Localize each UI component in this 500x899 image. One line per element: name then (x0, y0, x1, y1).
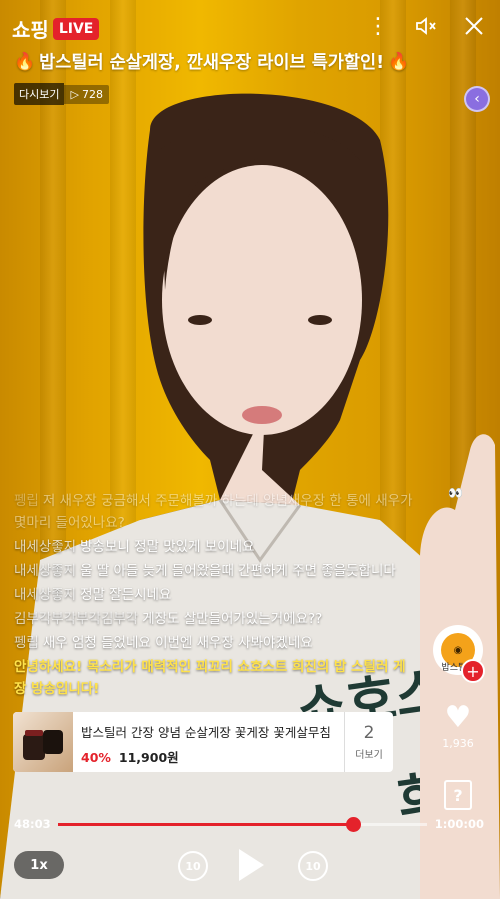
fire-icon: 🔥 (388, 51, 410, 72)
play-small-icon: ▷ (70, 87, 79, 101)
broadcast-title-text: 밥스틸러 순살게장, 깐새우장 라이브 특가할인! (39, 53, 385, 73)
progress-row: 48:03 1:00:00 (14, 815, 484, 833)
broadcast-title: 🔥 밥스틸러 순살게장, 깐새우장 라이브 특가할인! 🔥 (14, 49, 484, 74)
chat-username: 펭립 (14, 493, 39, 509)
right-rail: ◉ 밥스틸러 + ♥ 1,936 ? (428, 625, 488, 810)
chat-username: 김부각부각부각김부각 (14, 611, 139, 627)
replay-badge: 다시보기 (14, 83, 65, 105)
volume-mute-icon[interactable] (412, 12, 440, 40)
more-products-button[interactable]: 2 더보기 (344, 712, 393, 772)
current-time: 48:03 (14, 817, 51, 831)
like-count: 1,936 (442, 737, 474, 750)
chat-username: 내세상좋지 (14, 587, 77, 603)
discount-rate: 40% (81, 750, 111, 765)
side-panel-toggle-icon[interactable]: ‹ (464, 86, 490, 112)
chat-message: 내세상좋지 방송보니 정말 맛있게 보이네요 (14, 536, 414, 558)
brand: 쇼핑 LIVE (12, 14, 100, 43)
chat-text: 게장도 살만들어가있는거에요?? (142, 611, 323, 627)
view-count: ▷ 728 (64, 84, 109, 104)
rewind-label: 10 (185, 859, 201, 873)
chat-username: 펭립 (14, 635, 39, 651)
jar-shape (43, 730, 63, 754)
chat-username: 내세상좋지 (14, 539, 77, 555)
price-row: 40% 11,900원 (81, 747, 336, 766)
forward-10-icon[interactable]: 10 (298, 851, 328, 881)
chat-text: 정말 잘든시네요 (80, 587, 172, 603)
close-icon[interactable] (460, 12, 488, 40)
forward-label: 10 (305, 859, 321, 873)
product-name: 밥스틸러 간장 양념 순살게장 꽃게장 꽃게살무침 (81, 725, 331, 740)
top-actions: ⋮ (364, 12, 488, 40)
view-count-value: 728 (81, 87, 103, 101)
brand-name: 쇼핑 (12, 18, 49, 42)
eyes-sticker-icon: 👀 (448, 486, 463, 500)
jar-lid-shape (25, 730, 43, 736)
chat-message: 김부각부각부각김부각 게장도 살만들어가있는거에요?? (14, 608, 414, 630)
host-notice: 안녕하세요! 목소리가 매력적인 꾀꼬리 쇼호스트 희진의 밥 스틸러 게장 방… (14, 659, 406, 697)
chat-text: 방송보니 정말 맛있게 보이네요 (80, 539, 255, 555)
player-controls: 1x 10 10 (0, 845, 500, 889)
product-info: 밥스틸러 간장 양념 순살게장 꽃게장 꽃게살무침 40% 11,900원 (73, 712, 344, 772)
chat-message: 펭립 저 새우장 궁금해서 주문해볼까 하는데 양념새우장 한 통에 새우가 몇마… (14, 490, 414, 534)
channel-avatar[interactable]: ◉ 밥스틸러 + (433, 625, 485, 683)
product-thumbnail (13, 712, 73, 772)
chat-text: 저 새우장 궁금해서 주문해볼까 하는데 양념새우장 한 통에 새우가 몇마리 … (14, 493, 413, 531)
fire-icon: 🔥 (14, 51, 36, 72)
more-vert-icon[interactable]: ⋮ (364, 12, 392, 40)
live-badge: LIVE (52, 17, 100, 40)
product-price: 11,900원 (118, 750, 179, 765)
chat-message: 펭립 새우 엄청 들었네요 이번엔 새우장 사봐야겠네요 (14, 632, 414, 654)
chat-username: 내세상좋지 (14, 563, 77, 579)
play-icon[interactable] (236, 847, 266, 883)
total-time: 1:00:00 (434, 817, 484, 831)
chat-text: 새우 엄청 들었네요 이번엔 새우장 사봐야겠네요 (42, 635, 313, 651)
chat-text: 울 딸 아들 늦게 들어왔을때 간편하게 주면 좋을듯합니다 (80, 563, 396, 579)
chat-list: 펭립 저 새우장 궁금해서 주문해볼까 하는데 양념새우장 한 통에 새우가 몇마… (14, 490, 414, 700)
heart-icon[interactable]: ♥ (445, 703, 472, 733)
progress-track[interactable] (58, 816, 427, 832)
help-icon[interactable]: ? (444, 780, 472, 810)
progress-thumb[interactable] (346, 816, 362, 832)
chat-message: 내세상좋지 정말 잘든시네요 (14, 584, 414, 606)
progress-fill (58, 822, 354, 826)
replay-row: 다시보기 ▷ 728 (14, 83, 109, 105)
rewind-10-icon[interactable]: 10 (178, 851, 208, 881)
live-video-stage: 쇼호스트 희진 쇼핑 LIVE ⋮ 🔥 밥스틸러 순살게장, 깐새우장 라이브 … (0, 0, 500, 899)
more-count: 2 (363, 723, 375, 743)
follow-plus-button[interactable]: + (461, 659, 485, 683)
jar-shape (23, 734, 45, 760)
playback-speed-button[interactable]: 1x (14, 851, 64, 879)
chat-message: 내세상좋지 울 딸 아들 늦게 들어왔을때 간편하게 주면 좋을듯합니다 (14, 560, 414, 582)
product-card[interactable]: 밥스틸러 간장 양념 순살게장 꽃게장 꽃게살무침 40% 11,900원 2 … (13, 712, 393, 772)
more-label: 더보기 (355, 750, 383, 761)
